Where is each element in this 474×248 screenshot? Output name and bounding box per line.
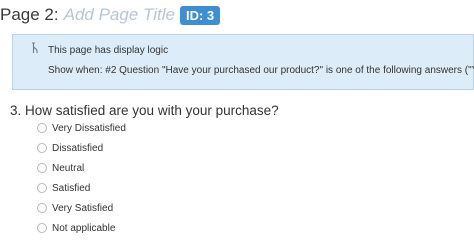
option-label: Very Satisfied: [52, 202, 114, 214]
add-page-title-link[interactable]: Add Page Title: [64, 5, 175, 25]
radio-button[interactable]: [37, 203, 47, 213]
option-label: Dissatisfied: [52, 142, 104, 154]
option-dissatisfied[interactable]: Dissatisfied: [37, 140, 103, 156]
option-satisfied[interactable]: Satisfied: [37, 180, 90, 196]
option-label: Satisfied: [52, 182, 91, 194]
option-label: Neutral: [52, 162, 85, 174]
radio-button[interactable]: [37, 143, 47, 153]
display-logic-rule: Show when: #2 Question "Have your purcha…: [48, 65, 474, 76]
option-label: Very Dissatisfied: [52, 122, 126, 134]
radio-button[interactable]: [37, 123, 47, 133]
radio-button[interactable]: [37, 163, 47, 173]
option-very-satisfied[interactable]: Very Satisfied: [37, 200, 113, 216]
page-header: Page 2: Add Page Title ID: 3: [0, 4, 221, 26]
radio-button[interactable]: [37, 183, 47, 193]
radio-button[interactable]: [37, 223, 47, 233]
logic-icon: [30, 41, 40, 53]
page-id-badge: ID: 3: [179, 5, 221, 25]
option-not-applicable[interactable]: Not applicable: [37, 220, 115, 236]
display-logic-notice: This page has display logic Show when: #…: [12, 34, 474, 90]
question-title: 3. How satisfied are you with your purch…: [10, 103, 279, 118]
option-label: Not applicable: [52, 222, 116, 234]
option-neutral[interactable]: Neutral: [37, 160, 84, 176]
display-logic-title: This page has display logic: [48, 45, 169, 56]
page-label: Page 2:: [0, 5, 59, 24]
option-very-dissatisfied[interactable]: Very Dissatisfied: [37, 120, 126, 136]
